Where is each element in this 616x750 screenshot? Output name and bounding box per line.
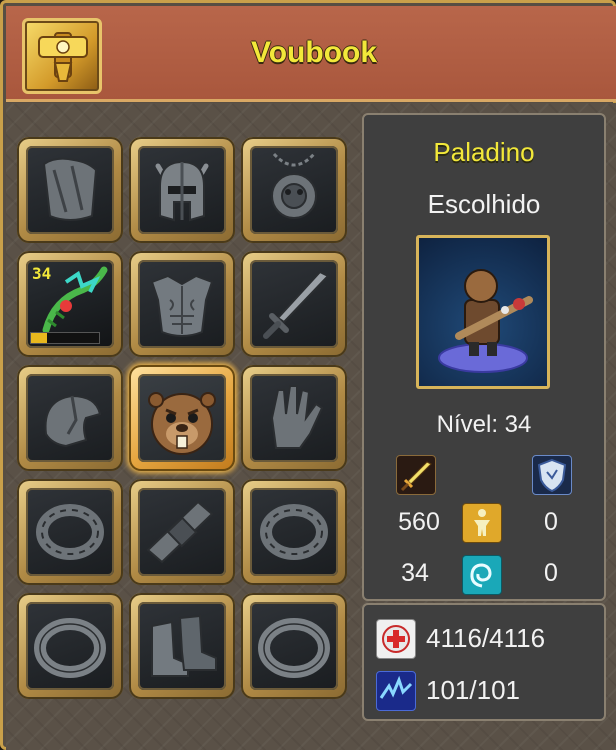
pet-xp-bar <box>30 332 100 344</box>
ring-icon <box>34 618 106 678</box>
sword-icon <box>396 455 436 495</box>
mp-value: 101/101 <box>426 675 520 705</box>
boots-slot[interactable] <box>129 593 235 699</box>
swirl-icon <box>462 555 502 595</box>
amulet-icon <box>271 152 317 219</box>
class-name: Paladino <box>433 137 535 167</box>
bracelet-left-slot[interactable] <box>17 479 123 585</box>
header-bar: Voubook <box>6 6 616 102</box>
beaver-face-icon <box>148 392 216 455</box>
magic-defense-value: 0 <box>544 559 558 587</box>
character-portrait[interactable] <box>416 235 550 389</box>
pet-level: 34 <box>32 264 52 283</box>
shield-icon <box>532 455 572 495</box>
helmet-icon <box>155 160 209 222</box>
player-name: Voubook <box>250 36 378 69</box>
armor-slot[interactable] <box>129 251 235 357</box>
weapon-slot[interactable] <box>241 251 347 357</box>
gloves-slot[interactable] <box>241 365 347 471</box>
armor-icon <box>150 274 214 337</box>
health-cross-icon <box>376 619 416 659</box>
bracelet-icon <box>36 504 104 560</box>
figure-icon <box>462 503 502 543</box>
subclass-name: Escolhido <box>427 189 541 219</box>
belt-slot[interactable] <box>129 479 235 585</box>
mana-lightning-icon <box>376 671 416 711</box>
bracelet-icon <box>260 504 328 560</box>
helmet-slot[interactable] <box>129 137 235 243</box>
resource-panel: 4116/4116 101/101 <box>362 603 606 721</box>
paladin-beaver-icon <box>438 269 533 373</box>
character-window: Voubook 34 Paladino Escolhido Nível: 34 … <box>0 0 616 750</box>
character-level: Nível: 34 <box>436 411 532 438</box>
hp-value: 4116/4116 <box>426 623 546 653</box>
physical-attack-value: 560 <box>398 508 440 536</box>
gloves-icon <box>270 385 324 449</box>
cape-icon <box>42 157 98 221</box>
belt-icon <box>146 500 214 564</box>
shoulder-slot[interactable] <box>17 365 123 471</box>
avatar-slot[interactable] <box>129 365 235 471</box>
pet-slot[interactable]: 34 <box>17 251 123 357</box>
cape-slot[interactable] <box>17 137 123 243</box>
magic-attack-value: 34 <box>401 559 429 587</box>
ring-icon <box>258 618 330 678</box>
boots-icon <box>151 614 217 677</box>
physical-defense-value: 0 <box>544 508 558 536</box>
ring-right-slot[interactable] <box>241 593 347 699</box>
bracelet-right-slot[interactable] <box>241 479 347 585</box>
ring-left-slot[interactable] <box>17 593 123 699</box>
shoulder-icon <box>44 394 102 448</box>
character-info-panel: Paladino Escolhido Nível: 34 560 0 34 0 <box>362 113 606 601</box>
sword-icon <box>263 270 330 339</box>
amulet-slot[interactable] <box>241 137 347 243</box>
